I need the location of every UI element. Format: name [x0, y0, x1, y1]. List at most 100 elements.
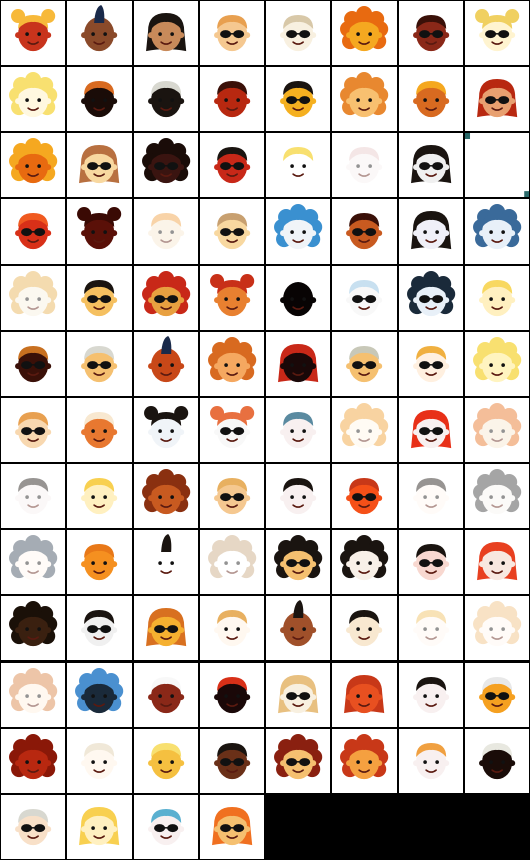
- avatar-face-icon: [143, 405, 188, 449]
- avatar-tile: [1, 331, 66, 396]
- avatar-face-icon: [79, 145, 120, 184]
- avatar-tile: [199, 331, 264, 396]
- avatar-tile: [398, 530, 463, 595]
- avatar-tile: [332, 596, 397, 661]
- avatar-face-icon: [274, 733, 323, 779]
- avatar-tile: [67, 67, 132, 132]
- avatar-tile: [332, 199, 397, 264]
- avatar-tile: [266, 662, 331, 727]
- avatar-tile: [199, 662, 264, 727]
- avatar-face-icon: [213, 742, 250, 779]
- avatar-tile: [67, 331, 132, 396]
- avatar-face-icon: [141, 138, 190, 184]
- avatar-tile: [199, 397, 264, 463]
- avatar-face-icon: [472, 336, 521, 382]
- avatar-tile: [464, 397, 529, 463]
- avatar-face-icon: [15, 213, 52, 250]
- avatar-face-icon: [213, 147, 250, 184]
- avatar-face-icon: [280, 281, 317, 316]
- avatar-tile: [199, 133, 264, 198]
- avatar-face-icon: [412, 478, 449, 515]
- avatar-face-icon: [412, 81, 449, 118]
- avatar-face-icon: [207, 535, 256, 581]
- avatar-tile: [67, 464, 132, 529]
- avatar-face-icon: [211, 806, 252, 845]
- avatar-face-icon: [410, 145, 451, 184]
- avatar-tile: [266, 728, 331, 793]
- avatar-tile: [464, 1, 529, 66]
- avatar-face-icon: [346, 345, 383, 382]
- avatar-tile: [266, 67, 331, 132]
- avatar-tile: [266, 265, 331, 330]
- avatar-tile: [67, 662, 132, 727]
- avatar-face-icon: [207, 336, 256, 382]
- avatar-tile: [332, 464, 397, 529]
- avatar-face-icon: [9, 535, 58, 581]
- avatar-tile: [67, 397, 132, 463]
- avatar-face-icon: [209, 405, 254, 449]
- avatar-tile: [133, 133, 198, 198]
- avatar-face-icon: [412, 544, 449, 581]
- avatar-face-icon: [280, 15, 317, 52]
- avatar-tile: [464, 728, 529, 793]
- avatar-tile: [398, 199, 463, 264]
- avatar-tile: [133, 596, 198, 661]
- avatar-face-icon: [81, 610, 118, 647]
- avatar-face-icon: [472, 469, 521, 515]
- avatar-face-icon: [147, 676, 184, 713]
- avatar-tile: [1, 464, 66, 529]
- avatar-tile: [464, 662, 529, 727]
- avatar-tile: [1, 794, 66, 859]
- avatar-tile: [398, 464, 463, 529]
- avatar-tile: [332, 662, 397, 727]
- avatar-face-icon: [15, 411, 52, 449]
- avatar-face-icon: [406, 270, 455, 316]
- avatar-tile: [464, 67, 529, 132]
- avatar-face-icon: [464, 133, 529, 198]
- avatar-face-icon: [77, 207, 122, 250]
- avatar-tile: [133, 1, 198, 66]
- avatar-face-icon: [410, 211, 451, 250]
- avatar-face-icon: [346, 147, 383, 184]
- avatar-tile: [332, 265, 397, 330]
- avatar-tile: [133, 530, 198, 595]
- avatar-tile: [464, 265, 529, 330]
- avatar-face-icon: [478, 676, 515, 713]
- avatar-face-icon: [340, 535, 389, 581]
- avatar-tile: [1, 530, 66, 595]
- avatar-tile: [133, 331, 198, 396]
- avatar-tile: [266, 596, 331, 661]
- avatar-face-icon: [412, 676, 449, 713]
- avatar-face-icon: [472, 601, 521, 647]
- avatar-tile: [133, 397, 198, 463]
- avatar-tile: [332, 530, 397, 595]
- avatar-tile: [1, 662, 66, 727]
- avatar-tile: [133, 728, 198, 793]
- avatar-tile: [332, 1, 397, 66]
- avatar-face-icon: [476, 542, 517, 581]
- avatar-face-icon: [478, 742, 515, 779]
- avatar-face-icon: [9, 667, 58, 713]
- avatar-face-icon: [81, 279, 118, 316]
- avatar-face-icon: [340, 733, 389, 779]
- avatar-tile: [1, 1, 66, 66]
- avatar-face-icon: [147, 808, 184, 845]
- avatar-face-icon: [412, 345, 449, 382]
- avatar-face-icon: [344, 674, 385, 713]
- avatar-tile: [1, 199, 66, 264]
- avatar-face-icon: [472, 204, 521, 250]
- avatar-face-icon: [81, 5, 118, 52]
- avatar-face-icon: [15, 808, 52, 845]
- avatar-face-icon: [412, 610, 449, 647]
- avatar-face-icon: [9, 733, 58, 779]
- avatar-tile: [266, 331, 331, 396]
- avatar-face-icon: [478, 279, 515, 316]
- avatar-tile: [398, 1, 463, 66]
- avatar-face-icon: [213, 478, 250, 515]
- avatar-face-icon: [15, 478, 52, 515]
- avatar-tile: [266, 133, 331, 198]
- avatar-tile: [199, 464, 264, 529]
- avatar-tile: [199, 530, 264, 595]
- avatar-tile: [332, 397, 397, 463]
- avatar-face-icon: [81, 544, 118, 581]
